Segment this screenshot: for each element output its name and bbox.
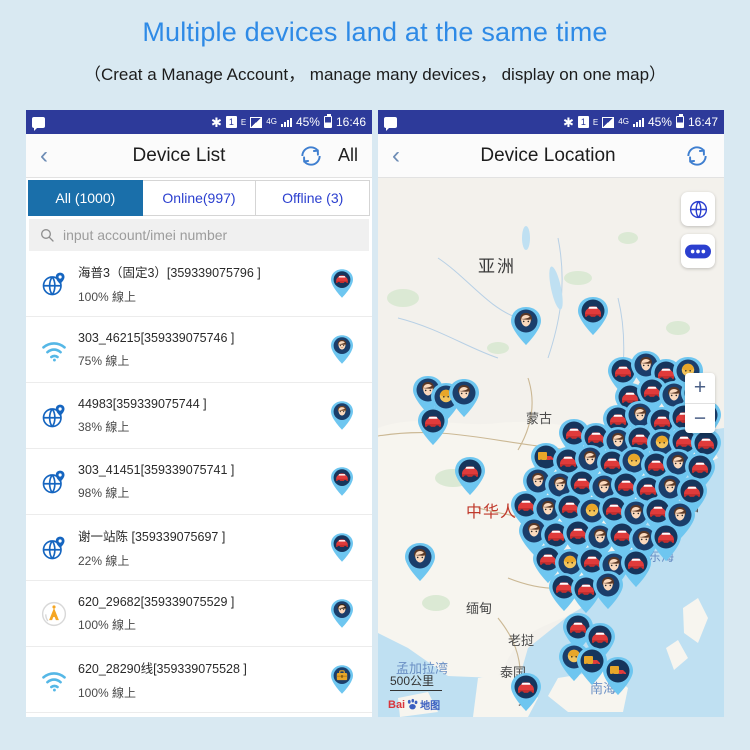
refresh-icon[interactable] bbox=[684, 143, 710, 169]
device-filter-tabs: All (1000) Online(997) Offline (3) bbox=[26, 178, 372, 216]
device-status: 100% 線上 bbox=[78, 290, 137, 304]
list-item[interactable]: 303_41451[359339075741 ] 98% 線上 bbox=[26, 449, 372, 515]
sim-icon: 1 bbox=[225, 116, 237, 128]
filter-all-button[interactable]: All bbox=[338, 145, 358, 166]
status-bar-left: ✱ 1 E 4G 45% 16:46 bbox=[26, 110, 372, 134]
device-name: 303_41451[359339075741 ] bbox=[78, 462, 235, 477]
device-status: 75% 線上 bbox=[78, 353, 130, 368]
map-zoom-controls[interactable]: + − bbox=[685, 373, 715, 433]
network-type-label: 4G bbox=[266, 117, 277, 126]
baidu-wordmark: Bai bbox=[388, 698, 406, 711]
status-bar-right: ✱ 1 E 4G 45% 16:47 bbox=[378, 110, 724, 134]
zoom-out-button[interactable]: − bbox=[685, 403, 715, 433]
device-name: 海普3（固定3）[359339075796 ] bbox=[78, 266, 261, 280]
app-bar-left: ‹ Device List All bbox=[26, 134, 372, 178]
screenshots-container: ✱ 1 E 4G 45% 16:46 ‹ Device List All All… bbox=[26, 110, 724, 717]
device-status: 100% 線上 bbox=[78, 686, 137, 700]
search-bar[interactable] bbox=[29, 219, 369, 251]
page-title-right: Device Location bbox=[480, 144, 616, 166]
list-item[interactable]: 620_28290线[359339075528 ] 100% 線上 bbox=[26, 647, 372, 713]
device-status: 100% 線上 bbox=[78, 617, 137, 632]
tower-icon bbox=[34, 600, 74, 628]
device-location-screen: ✱ 1 E 4G 45% 16:47 ‹ Device Location 亚洲 … bbox=[378, 110, 724, 717]
tab-offline[interactable]: Offline (3) bbox=[256, 180, 371, 216]
clock-label: 16:47 bbox=[687, 115, 718, 129]
map-scale-bar: 500公里 bbox=[390, 672, 442, 691]
map-canvas[interactable]: 亚洲 蒙古 中华人 韩国 东海 缅甸 老挝 泰国 柬 孟加拉湾 南海 兰卡 马 … bbox=[378, 178, 724, 717]
device-name: 620_28290线[359339075528 ] bbox=[78, 662, 247, 676]
device-name: 44983[359339075744 ] bbox=[78, 396, 207, 411]
person-pin-icon[interactable] bbox=[322, 598, 362, 629]
search-input[interactable] bbox=[63, 227, 359, 243]
tab-online[interactable]: Online(997) bbox=[142, 180, 257, 216]
edge-network-icon: E bbox=[592, 117, 599, 127]
list-item[interactable]: 谢一站陈 [359339075697 ] 22% 線上 bbox=[26, 515, 372, 581]
app-bar-right: ‹ Device Location bbox=[378, 134, 724, 178]
device-name: 303_46215[359339075746 ] bbox=[78, 330, 235, 345]
page-banner: Multiple devices land at the same time （… bbox=[0, 0, 750, 85]
list-item[interactable]: 620_29682[359339075529 ] 100% 線上 bbox=[26, 581, 372, 647]
bluetooth-icon: ✱ bbox=[211, 114, 222, 130]
back-icon[interactable]: ‹ bbox=[40, 143, 60, 168]
network-type-label: 4G bbox=[618, 117, 629, 126]
wifi-icon bbox=[34, 336, 74, 364]
baidu-map-label: 地图 bbox=[420, 701, 441, 712]
device-list[interactable]: 海普3（固定3）[359339075796 ] 100% 線上 303_4621… bbox=[26, 251, 372, 717]
signal-bars-2-icon bbox=[280, 117, 292, 127]
car-pin-icon[interactable] bbox=[322, 268, 362, 299]
clock-label: 16:46 bbox=[335, 115, 366, 129]
chat-icon bbox=[384, 116, 397, 131]
edge-network-icon: E bbox=[240, 117, 247, 127]
tab-all[interactable]: All (1000) bbox=[28, 180, 143, 216]
device-name: 620_29682[359339075529 ] bbox=[78, 594, 235, 609]
signal-bars-2-icon bbox=[632, 117, 644, 127]
battery-icon bbox=[323, 114, 332, 128]
device-list-screen: ✱ 1 E 4G 45% 16:46 ‹ Device List All All… bbox=[26, 110, 372, 717]
person-pin-icon[interactable] bbox=[322, 334, 362, 365]
banner-title: Multiple devices land at the same time bbox=[142, 17, 608, 47]
page-title-left: Device List bbox=[132, 144, 226, 166]
search-icon bbox=[39, 227, 55, 243]
map-scale-line bbox=[390, 690, 442, 691]
list-item[interactable]: 44983[359339075744 ] 38% 線上 bbox=[26, 383, 372, 449]
more-dots-icon[interactable] bbox=[681, 234, 715, 268]
list-item[interactable]: 海普3（固定3）[359339075796 ] 100% 線上 bbox=[26, 251, 372, 317]
zoom-in-button[interactable]: + bbox=[685, 373, 715, 403]
globe-pin-icon bbox=[34, 534, 74, 562]
globe-pin-icon bbox=[34, 402, 74, 430]
globe-pin-icon bbox=[34, 270, 74, 298]
device-status: 98% 線上 bbox=[78, 485, 130, 500]
sim-icon: 1 bbox=[577, 116, 589, 128]
device-marker-cluster[interactable] bbox=[378, 178, 724, 717]
back-icon[interactable]: ‹ bbox=[392, 143, 412, 168]
map-scale-label: 500公里 bbox=[390, 674, 435, 688]
person-pin-icon[interactable] bbox=[322, 400, 362, 431]
car-pin-icon[interactable] bbox=[322, 466, 362, 497]
wifi-icon bbox=[34, 666, 74, 694]
device-status: 38% 線上 bbox=[78, 419, 130, 434]
baidu-paw-icon bbox=[407, 698, 418, 710]
device-name: 谢一站陈 [359339075697 ] bbox=[78, 530, 226, 544]
battery-icon bbox=[675, 114, 684, 128]
bag-pin-icon[interactable] bbox=[322, 664, 362, 695]
banner-subtitle: （Creat a Manage Account， manage many dev… bbox=[83, 64, 667, 84]
chat-icon bbox=[32, 116, 45, 131]
car-pin-icon[interactable] bbox=[322, 532, 362, 563]
signal-bars-icon bbox=[602, 116, 615, 128]
battery-percent-label: 45% bbox=[295, 115, 320, 129]
bluetooth-icon: ✱ bbox=[563, 114, 574, 130]
battery-percent-label: 45% bbox=[647, 115, 672, 129]
globe-icon[interactable] bbox=[681, 192, 715, 226]
refresh-icon[interactable] bbox=[298, 143, 324, 169]
globe-pin-icon bbox=[34, 468, 74, 496]
baidu-logo: Bai 地图 bbox=[388, 697, 441, 713]
signal-bars-icon bbox=[250, 116, 263, 128]
list-item[interactable]: 303_46215[359339075746 ] 75% 線上 bbox=[26, 317, 372, 383]
device-status: 22% 線上 bbox=[78, 554, 130, 568]
